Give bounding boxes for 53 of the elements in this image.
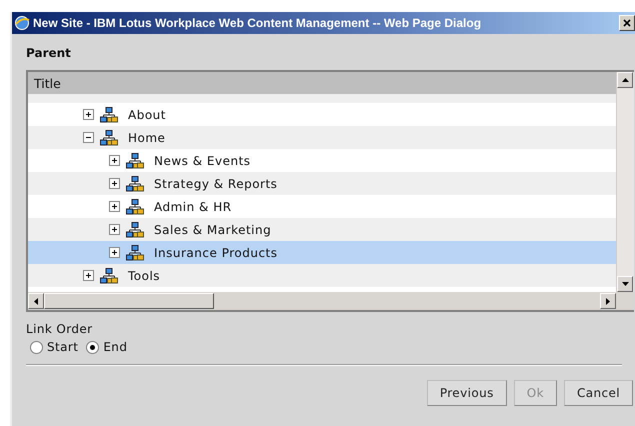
globe-icon	[14, 15, 30, 31]
radio-label: End	[103, 340, 128, 354]
tree-item-label: Strategy & Reports	[154, 176, 278, 190]
expand-icon[interactable]	[83, 109, 94, 120]
field-label: Link Order	[26, 322, 94, 336]
column-header[interactable]: Title	[28, 72, 616, 94]
section-heading: Parent	[26, 46, 72, 62]
scroll-left-button[interactable]	[28, 293, 44, 309]
hierarchy-icon	[126, 198, 144, 214]
right-arrow-icon	[606, 298, 610, 304]
tree-item-label: Insurance Products	[154, 246, 278, 260]
horizontal-scrollbar[interactable]	[28, 292, 616, 310]
hierarchy-icon	[100, 268, 118, 284]
dialog-button[interactable]: Cancel	[564, 380, 633, 406]
down-arrow-icon	[622, 282, 628, 286]
scroll-down-button[interactable]	[617, 276, 633, 292]
radio-button[interactable]	[86, 340, 100, 354]
tree-item-label: About	[128, 108, 166, 122]
hierarchy-icon	[126, 176, 144, 192]
expand-icon[interactable]	[109, 201, 120, 212]
left-arrow-icon	[34, 298, 38, 304]
collapse-icon[interactable]	[83, 132, 94, 143]
expand-icon[interactable]	[83, 270, 94, 281]
expand-icon[interactable]	[109, 224, 120, 235]
tree-item-label: Tools	[128, 268, 160, 282]
tree-item[interactable]: Home	[28, 126, 616, 149]
scroll-up-button[interactable]	[617, 72, 633, 88]
tree-item-label: News & Events	[154, 154, 251, 168]
hierarchy-icon	[100, 106, 118, 122]
window-title: New Site - IBM Lotus Workplace Web Content Management -- Web Page Dialog	[33, 16, 482, 30]
radio-label: Start	[47, 340, 78, 354]
scroll-thumb[interactable]	[44, 293, 214, 309]
close-icon	[623, 19, 631, 27]
tree-item[interactable]: Sales & Marketing	[28, 218, 616, 241]
hierarchy-icon	[126, 222, 144, 238]
tree-item-label: Sales & Marketing	[154, 222, 272, 236]
tree-item[interactable]: Tools	[28, 264, 616, 287]
up-arrow-icon	[622, 78, 628, 82]
radio-button[interactable]	[30, 340, 43, 354]
scroll-right-button[interactable]	[600, 293, 616, 309]
expand-icon[interactable]	[109, 178, 120, 189]
hierarchy-icon	[126, 152, 144, 168]
expand-icon[interactable]	[109, 247, 120, 258]
tree-item[interactable]: Insurance Products	[28, 241, 616, 264]
hierarchy-icon	[100, 130, 118, 146]
close-button[interactable]	[619, 15, 635, 31]
tree-item[interactable]: Strategy & Reports	[28, 172, 616, 195]
tree-item-label: Home	[128, 130, 166, 144]
expand-icon[interactable]	[109, 155, 120, 166]
hierarchy-icon	[126, 244, 144, 260]
dialog-button[interactable]: Previous	[426, 380, 507, 406]
tree-item-label: Admin & HR	[154, 200, 232, 214]
vertical-scrollbar[interactable]	[616, 72, 634, 292]
